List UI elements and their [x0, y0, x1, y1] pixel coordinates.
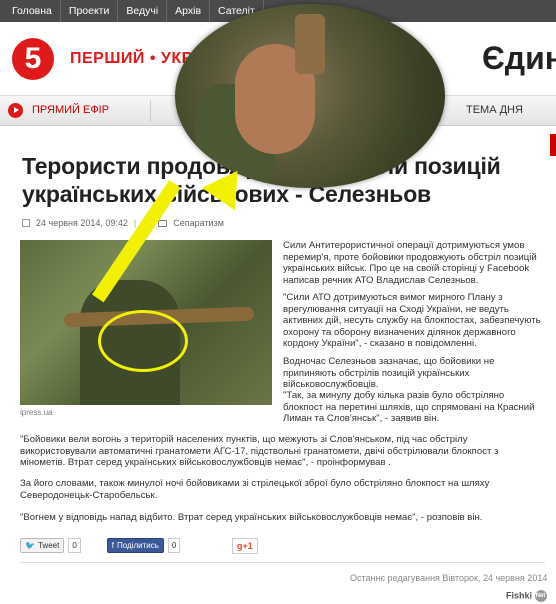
divider — [20, 562, 545, 563]
nav-archive[interactable]: Архів — [167, 0, 211, 22]
article-photo — [20, 240, 272, 405]
highlight-circle — [98, 310, 188, 372]
channel-name[interactable]: ПЕРШИЙ • УКР — [70, 50, 193, 68]
side-accent — [550, 134, 556, 156]
live-broadcast-link[interactable]: ПРЯМИЙ ЕФІР — [32, 104, 109, 116]
nav-projects[interactable]: Проекти — [61, 0, 119, 22]
folder-icon — [158, 219, 168, 227]
facebook-share-label: Поділитись — [117, 541, 159, 550]
watermark-badge: Net — [534, 590, 547, 602]
paragraph: "Так, за минулу добу кілька разів було о… — [283, 390, 535, 425]
menu-divider — [150, 100, 151, 122]
watermark-text: Fishki — [506, 590, 533, 601]
article-date: 24 червня 2014, 09:42 — [36, 218, 128, 228]
play-icon[interactable] — [8, 103, 23, 118]
photo-credit: ipress.ua — [20, 408, 53, 417]
channel-logo[interactable]: 5 — [12, 38, 54, 80]
paragraph: Сили Антитерористичної операції дотримую… — [283, 240, 537, 286]
gplus-button[interactable]: g+1 — [232, 538, 258, 554]
facebook-share-button[interactable]: f Поділитись — [106, 538, 164, 553]
header-banner-text: Єдина — [482, 40, 556, 76]
paragraph: Водночас Селезньов зазначає, що бойовики… — [283, 356, 495, 391]
facebook-count: 0 — [167, 538, 181, 553]
calendar-icon — [22, 219, 30, 227]
zoom-inset — [175, 4, 445, 188]
tweet-label: Tweet — [37, 541, 60, 550]
tweet-count: 0 — [68, 538, 81, 553]
nav-hosts[interactable]: Ведучі — [118, 0, 168, 22]
paragraph: "Сили АТО дотримуються вимог мирного Пла… — [283, 292, 541, 350]
facebook-icon: f — [111, 541, 114, 550]
watermark: Fishki Net — [506, 590, 547, 602]
tweet-button[interactable]: 🐦 Tweet — [20, 538, 65, 553]
share-bar: 🐦 Tweet 0 f Поділитись 0 — [20, 538, 181, 553]
last-edited: Останнє редагування Вівторок, 24 червня … — [350, 573, 548, 583]
meta-separator: | — [133, 218, 137, 228]
article-category[interactable]: Сепаратизм — [173, 218, 224, 228]
zoom-tube — [295, 14, 325, 74]
paragraph: "Бойовики вели вогонь з територій населе… — [20, 434, 499, 469]
nav-home[interactable]: Головна — [0, 0, 61, 22]
paragraph: "Вогнем у відповідь напад відбито. Втрат… — [20, 512, 483, 523]
twitter-icon: 🐦 — [25, 541, 35, 550]
topic-of-day-link[interactable]: ТЕМА ДНЯ — [466, 104, 523, 116]
paragraph: За його словами, також минулої ночі бойо… — [20, 478, 490, 501]
article-meta: 24 червня 2014, 09:42 | Сепаратизм — [22, 218, 224, 228]
